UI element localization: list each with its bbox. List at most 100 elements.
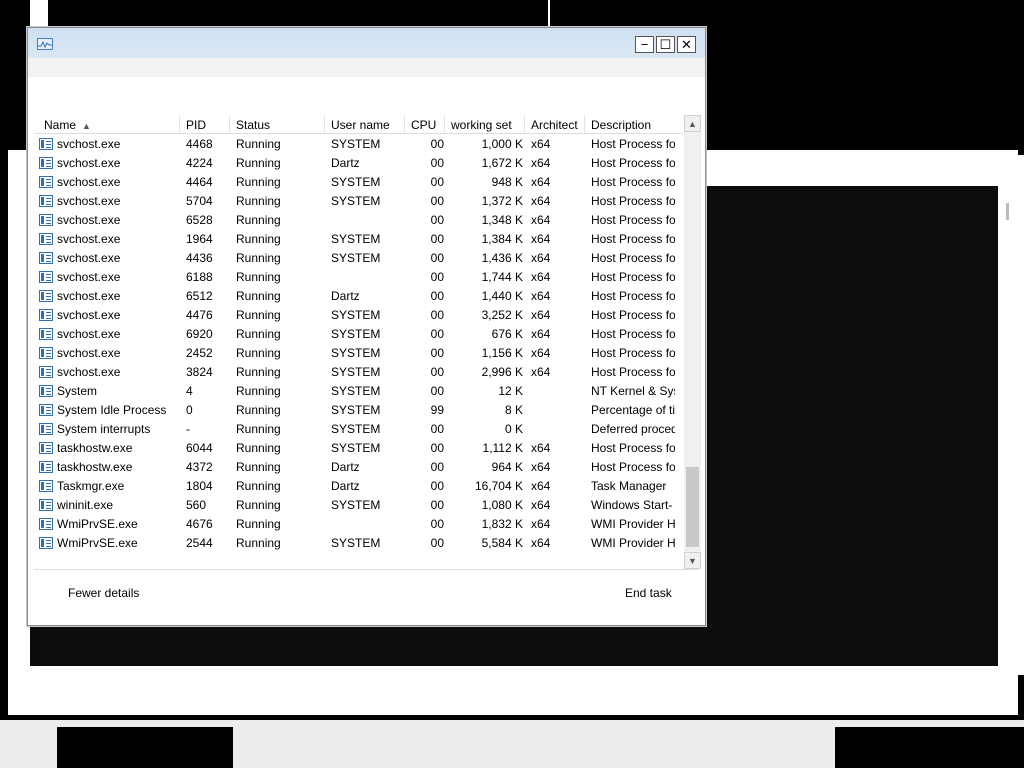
process-name: svchost.exe [57, 137, 121, 151]
process-name: svchost.exe [57, 232, 121, 246]
process-pid: - [186, 422, 190, 436]
table-row[interactable]: svchost.exe 4476 Running SYSTEM 00 3,252 K x64… [34, 305, 683, 324]
process-name: svchost.exe [57, 156, 121, 170]
table-row[interactable]: svchost.exe 2452 Running SYSTEM 00 1,156 K x64… [34, 343, 683, 362]
process-pid: 4224 [186, 156, 213, 170]
process-description: Host Process fo [591, 156, 675, 170]
column-header-pid[interactable]: PID [179, 115, 229, 133]
close-button[interactable]: ✕ [677, 36, 696, 53]
process-user: SYSTEM [331, 308, 381, 322]
process-description: Host Process fo [591, 365, 675, 379]
process-name: svchost.exe [57, 270, 121, 284]
process-architecture: x64 [531, 365, 551, 379]
table-row[interactable]: svchost.exe 6920 Running SYSTEM 00 676 K x64 Ho… [34, 324, 683, 343]
task-manager-icon [39, 480, 53, 492]
process-user [331, 267, 401, 286]
scroll-up-icon[interactable]: ▲ [684, 115, 701, 132]
system-icon [39, 423, 53, 435]
process-pid: 6528 [186, 213, 213, 227]
process-description: Host Process fo [591, 308, 675, 322]
process-architecture: x64 [531, 175, 551, 189]
process-user: SYSTEM [331, 175, 381, 189]
table-row[interactable]: WmiPrvSE.exe 4676 Running 00 1,832 K x64 WMI P… [34, 514, 683, 533]
process-status: Running [236, 194, 281, 208]
process-architecture: x64 [531, 270, 551, 284]
column-header-username[interactable]: User name [324, 115, 404, 133]
process-name: svchost.exe [57, 327, 121, 341]
taskbar-button[interactable] [57, 727, 233, 768]
console-scrollbar[interactable] [1006, 203, 1009, 220]
table-row[interactable]: svchost.exe 6528 Running 00 1,348 K x64 Host P… [34, 210, 683, 229]
process-status: Running [236, 289, 281, 303]
table-row[interactable]: svchost.exe 5704 Running SYSTEM 00 1,372 K x64… [34, 191, 683, 210]
table-row[interactable]: svchost.exe 4464 Running SYSTEM 00 948 K x64 Ho… [34, 172, 683, 191]
process-user: SYSTEM [331, 346, 381, 360]
process-pid: 6512 [186, 289, 213, 303]
fewer-details-button[interactable]: Fewer details [68, 586, 139, 600]
process-user: Dartz [331, 156, 360, 170]
process-pid: 4 [186, 384, 193, 398]
minimize-button[interactable]: − [635, 36, 654, 53]
table-header: Name ▲ PID Status User name CPU working s… [34, 115, 683, 134]
process-architecture: x64 [531, 498, 551, 512]
process-cpu: 00 [430, 346, 444, 360]
process-status: Running [236, 251, 281, 265]
table-row[interactable]: System 4 Running SYSTEM 00 12 K NT Kernel & Sy… [34, 381, 683, 400]
column-header-description[interactable]: Description [584, 115, 683, 133]
table-row[interactable]: svchost.exe 6188 Running 00 1,744 K x64 Host P… [34, 267, 683, 286]
process-working-set: 2,996 K [481, 365, 523, 379]
table-row[interactable]: Taskmgr.exe 1804 Running Dartz 00 16,704 K x64… [34, 476, 683, 495]
maximize-button[interactable]: ☐ [656, 36, 675, 53]
process-description: Host Process fo [591, 346, 675, 360]
process-pid: 4436 [186, 251, 213, 265]
process-cpu: 00 [430, 175, 444, 189]
table-row[interactable]: WmiPrvSE.exe 2544 Running SYSTEM 00 5,584 K x6… [34, 533, 683, 552]
service-icon [39, 328, 53, 340]
table-row[interactable]: svchost.exe 1964 Running SYSTEM 00 1,384 K x64… [34, 229, 683, 248]
column-header-working-set[interactable]: working set [444, 115, 524, 133]
process-description: Host Process fo [591, 251, 675, 265]
column-header-name[interactable]: Name ▲ [34, 115, 179, 133]
service-icon [39, 442, 53, 454]
table-row[interactable]: taskhostw.exe 4372 Running Dartz 00 964 K x64 H… [34, 457, 683, 476]
taskbar-tray[interactable] [835, 727, 1024, 768]
process-working-set: 1,440 K [481, 289, 523, 303]
vertical-scrollbar[interactable]: ▲ ▼ [684, 115, 701, 569]
process-user: SYSTEM [331, 232, 381, 246]
column-header-cpu[interactable]: CPU [404, 115, 444, 133]
table-row[interactable]: svchost.exe 4468 Running SYSTEM 00 1,000 K x64… [34, 134, 683, 153]
end-task-button[interactable]: End task [625, 586, 672, 600]
process-description: WMI Provider H [591, 517, 675, 531]
column-header-architecture[interactable]: Architect [524, 115, 584, 133]
title-bar[interactable]: − ☐ ✕ [28, 28, 705, 58]
process-cpu: 99 [430, 403, 444, 417]
process-table: Name ▲ PID Status User name CPU working s… [34, 115, 701, 569]
table-row[interactable]: System interrupts - Running SYSTEM 00 0 K Defe… [34, 419, 683, 438]
table-row[interactable]: System Idle Process 0 Running SYSTEM 99 8 K Pe… [34, 400, 683, 419]
table-row[interactable]: svchost.exe 3824 Running SYSTEM 00 2,996 K x64… [34, 362, 683, 381]
process-pid: 2544 [186, 536, 213, 550]
process-working-set: 1,436 K [481, 251, 523, 265]
process-cpu: 00 [430, 384, 444, 398]
table-row[interactable]: svchost.exe 4436 Running SYSTEM 00 1,436 K x64… [34, 248, 683, 267]
process-working-set: 1,112 K [482, 441, 523, 455]
column-header-label: CPU [411, 118, 437, 132]
table-row[interactable]: taskhostw.exe 6044 Running SYSTEM 00 1,112 K x… [34, 438, 683, 457]
process-name: svchost.exe [57, 194, 121, 208]
table-row[interactable]: wininit.exe 560 Running SYSTEM 00 1,080 K x64 W… [34, 495, 683, 514]
process-working-set: 12 K [498, 384, 523, 398]
background-window-dark [48, 0, 548, 26]
process-status: Running [236, 327, 281, 341]
process-description: Host Process fo [591, 289, 675, 303]
process-working-set: 5,584 K [481, 536, 523, 550]
scroll-down-icon[interactable]: ▼ [684, 552, 701, 569]
column-header-status[interactable]: Status [229, 115, 324, 133]
process-description: Host Process fo [591, 441, 675, 455]
process-cpu: 00 [430, 536, 444, 550]
process-status: Running [236, 403, 281, 417]
table-row[interactable]: svchost.exe 6512 Running Dartz 00 1,440 K x64 H… [34, 286, 683, 305]
process-user: SYSTEM [331, 441, 381, 455]
scroll-thumb[interactable] [686, 467, 699, 547]
service-icon [39, 138, 53, 150]
table-row[interactable]: svchost.exe 4224 Running Dartz 00 1,672 K x64 H… [34, 153, 683, 172]
